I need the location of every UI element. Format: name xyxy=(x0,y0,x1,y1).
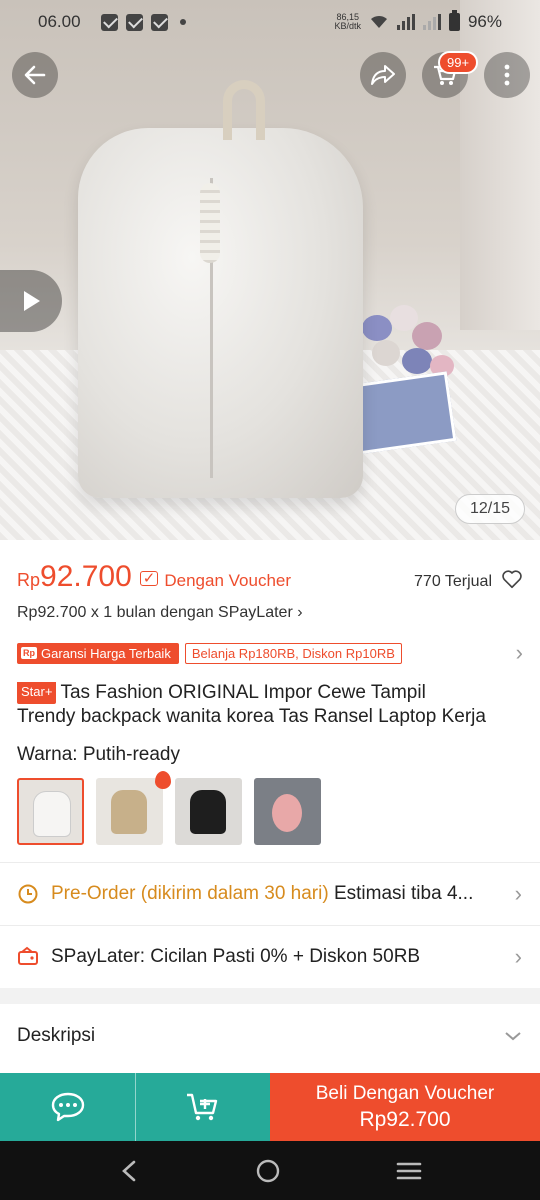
system-navigation-bar xyxy=(0,1141,540,1200)
status-time: 06.00 xyxy=(38,12,81,31)
cart-count-badge: 99+ xyxy=(438,51,479,74)
variant-thumb-khaki[interactable] xyxy=(96,778,163,845)
wifi-icon xyxy=(370,15,387,28)
share-icon xyxy=(371,65,395,85)
variant-thumb-black[interactable] xyxy=(175,778,242,845)
network-speed-unit: KB/dtk xyxy=(334,21,361,31)
chevron-right-icon: › xyxy=(514,944,522,969)
product-title: Star+ Tas Fashion ORIGINAL Impor Cewe Tam… xyxy=(17,682,523,726)
wall-background xyxy=(460,0,540,330)
network-speed: 86,15 KB/dtk xyxy=(334,13,361,31)
book-decoration xyxy=(347,371,457,455)
share-button[interactable] xyxy=(360,52,406,98)
spaylater-text: SPayLater: Cicilan Pasti 0% + Diskon 50R… xyxy=(51,946,421,967)
star-plus-badge: Star+ xyxy=(17,682,57,704)
image-counter: 12/15 xyxy=(455,494,525,524)
backpack-photo xyxy=(78,80,363,498)
mail-notification-icon xyxy=(150,13,168,31)
guarantee-badge-label: Garansi Harga Terbaik xyxy=(41,645,171,661)
preorder-highlight: Pre-Order (dikirim dalam 30 hari) xyxy=(51,883,329,904)
clock-icon xyxy=(18,884,38,904)
product-title-line1: Tas Fashion ORIGINAL Impor Cewe Tampil xyxy=(60,682,426,703)
nav-recents-icon[interactable] xyxy=(396,1160,422,1182)
preorder-estimate: Estimasi tiba 4... xyxy=(328,883,474,904)
nav-home-icon[interactable] xyxy=(255,1158,281,1184)
chevron-down-icon xyxy=(505,1032,521,1041)
spaylater-installment-link[interactable]: Rp92.700 x 1 bulan dengan SPayLater › xyxy=(17,604,523,622)
play-icon xyxy=(24,291,40,311)
preorder-row[interactable]: Pre-Order (dikirim dalam 30 hari) Estima… xyxy=(0,863,540,925)
product-page: 06.00 86,15 KB/dtk 96% 99+ 12/15 Rp 92.7… xyxy=(0,0,540,1200)
more-options-button[interactable] xyxy=(484,52,530,98)
price-value: 92.700 xyxy=(40,560,132,593)
chevron-right-icon: › xyxy=(514,881,522,906)
add-cart-icon xyxy=(187,1093,218,1121)
signal-icon xyxy=(422,14,441,30)
spaylater-icon xyxy=(18,946,38,965)
variant-thumbnails xyxy=(17,778,523,845)
description-label: Deskripsi xyxy=(17,1025,96,1046)
battery-icon xyxy=(448,10,460,31)
play-video-button[interactable] xyxy=(0,270,62,332)
more-vertical-icon xyxy=(504,64,510,86)
price-currency: Rp xyxy=(17,570,41,590)
nav-back-icon[interactable] xyxy=(118,1159,140,1183)
product-title-line2: Trendy backpack wanita korea Tas Ransel … xyxy=(17,706,486,726)
signal-icon xyxy=(396,14,415,30)
price-row: Rp 92.700 ✓ Dengan Voucher 770 Terjual xyxy=(17,560,523,594)
section-gap xyxy=(0,988,540,1004)
chevron-right-icon: › xyxy=(515,640,523,665)
voucher-label[interactable]: Dengan Voucher xyxy=(164,571,291,591)
variant-thumb-charm[interactable] xyxy=(254,778,321,845)
variant-label: Warna: Putih-ready xyxy=(17,744,180,765)
mail-notification-icon xyxy=(100,13,118,31)
status-bar: 06.00 86,15 KB/dtk 96% xyxy=(0,0,540,44)
price-tag-icon: Rp xyxy=(21,647,37,659)
badges-row[interactable]: Rp Garansi Harga Terbaik Belanja Rp180RB… xyxy=(17,640,523,666)
chat-button[interactable] xyxy=(0,1073,135,1141)
buy-button-price: Rp92.700 xyxy=(359,1108,451,1131)
promo-badge: Belanja Rp180RB, Diskon Rp10RB xyxy=(184,642,402,664)
buy-button-label: Beli Dengan Voucher xyxy=(315,1083,495,1104)
fire-icon xyxy=(155,771,171,789)
description-row[interactable]: Deskripsi xyxy=(0,1004,540,1068)
spaylater-row[interactable]: SPayLater: Cicilan Pasti 0% + Diskon 50R… xyxy=(0,926,540,988)
back-button[interactable] xyxy=(12,52,58,98)
add-to-cart-button[interactable] xyxy=(135,1073,270,1141)
voucher-icon: ✓ xyxy=(139,571,159,586)
guarantee-badge: Rp Garansi Harga Terbaik xyxy=(17,642,179,664)
preorder-text: Pre-Order (dikirim dalam 30 hari) Estima… xyxy=(51,883,473,905)
variant-thumb-white[interactable] xyxy=(17,778,84,845)
heart-icon[interactable] xyxy=(501,568,523,590)
arrow-left-icon xyxy=(24,65,46,85)
sold-count: 770 Terjual xyxy=(414,573,492,590)
battery-percent: 96% xyxy=(467,12,502,31)
buy-with-voucher-button[interactable]: Beli Dengan Voucher Rp92.700 xyxy=(270,1073,540,1141)
more-notifications-icon xyxy=(179,19,186,25)
chat-icon xyxy=(51,1092,84,1122)
mail-notification-icon xyxy=(125,13,143,31)
bottom-action-bar: Beli Dengan Voucher Rp92.700 xyxy=(0,1073,540,1141)
product-info: Rp 92.700 ✓ Dengan Voucher 770 Terjual R… xyxy=(0,540,540,845)
